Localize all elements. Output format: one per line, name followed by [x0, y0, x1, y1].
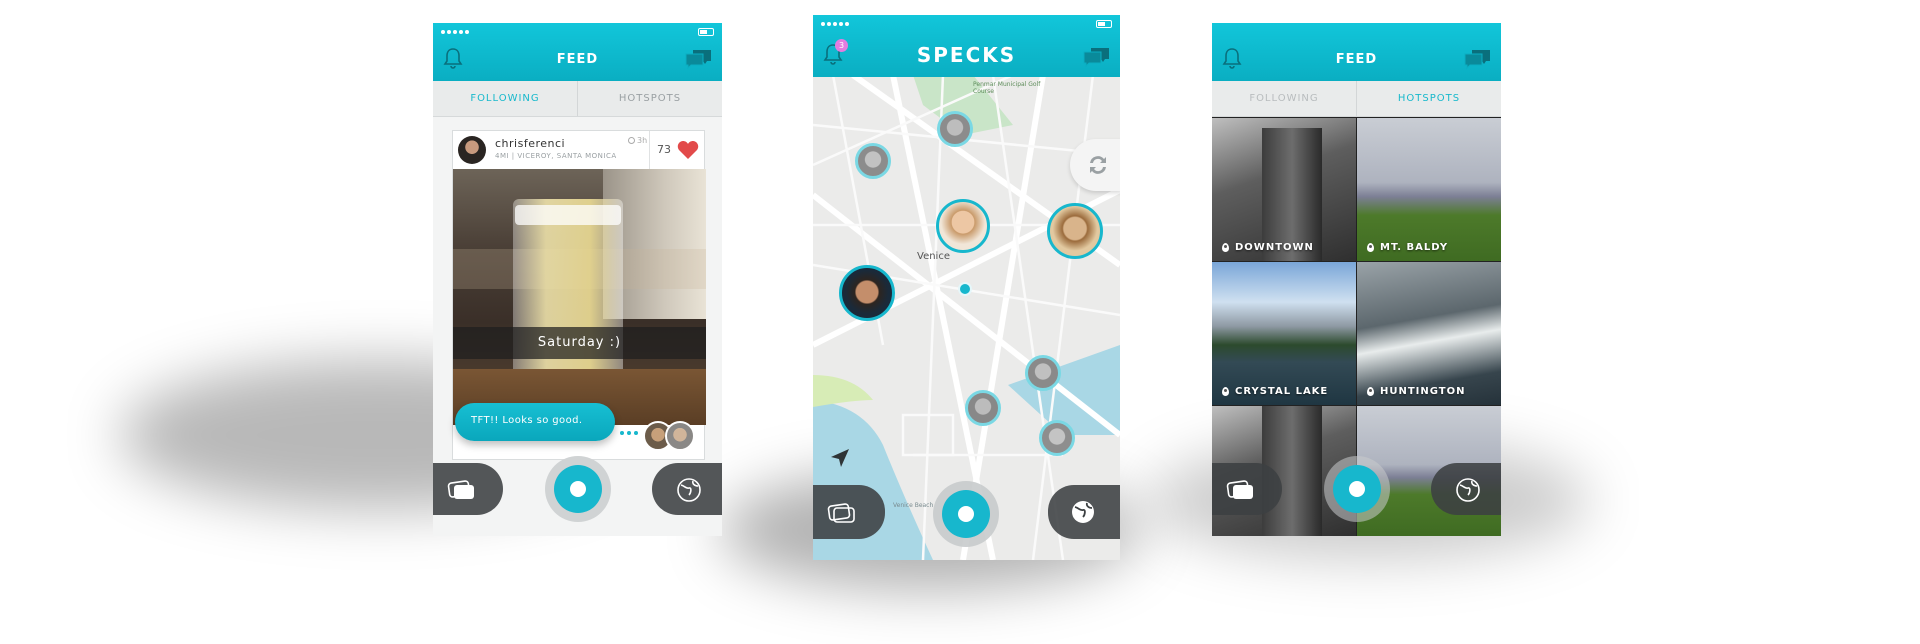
- map-avatar[interactable]: [855, 143, 891, 179]
- globe-icon: [677, 478, 701, 502]
- hotspot-name: HUNTINGTON: [1380, 386, 1466, 397]
- post-caption: Saturday :): [537, 335, 622, 350]
- hotspot-label: DOWNTOWN: [1222, 242, 1314, 253]
- divider: [649, 131, 650, 169]
- map-avatar[interactable]: [965, 390, 1001, 426]
- globe-button[interactable]: [652, 463, 722, 515]
- header-title: FEED: [556, 52, 599, 67]
- hotspot-name: DOWNTOWN: [1235, 242, 1314, 253]
- hotspot-name: CRYSTAL LAKE: [1235, 386, 1329, 397]
- hotspot-label: HUNTINGTON: [1367, 386, 1466, 397]
- signal-indicator: [821, 22, 849, 26]
- app-header: FEED: [433, 23, 722, 81]
- feed-screen: FEED FOLLOWING HOTSPOTS chrisferenci 4MI…: [433, 23, 722, 536]
- post-time: 3h: [628, 136, 647, 145]
- chat-icon[interactable]: [1082, 45, 1112, 69]
- chat-icon[interactable]: [684, 47, 714, 71]
- pagination-dot: [634, 431, 638, 435]
- mockup-stage: FEED FOLLOWING HOTSPOTS chrisferenci 4MI…: [0, 0, 1920, 644]
- map-label-venice: Venice: [917, 251, 950, 262]
- pagination-dot: [627, 431, 631, 435]
- globe-icon: [1072, 501, 1094, 523]
- signal-indicator: [441, 30, 469, 34]
- like-count: 73: [657, 143, 671, 156]
- capture-core: [1349, 481, 1365, 497]
- pin-icon: [1222, 243, 1229, 252]
- map-avatar[interactable]: [1039, 420, 1075, 456]
- clock-icon: [628, 137, 635, 144]
- post-username[interactable]: chrisferenci: [495, 137, 565, 150]
- map-avatar[interactable]: [937, 111, 973, 147]
- map-avatar[interactable]: [839, 265, 895, 321]
- capture-button[interactable]: [933, 481, 999, 547]
- tab-hotspots[interactable]: HOTSPOTS: [577, 81, 722, 116]
- map-label-venice-beach: Venice Beach: [893, 502, 934, 509]
- cards-button[interactable]: [813, 485, 885, 539]
- refresh-button[interactable]: [1070, 139, 1120, 191]
- map-screen: Venice Venice Beach Penmar Municipal Gol…: [813, 15, 1120, 560]
- cards-icon: [827, 503, 855, 523]
- header-title: FEED: [1335, 52, 1378, 67]
- pagination-dots: [620, 431, 638, 435]
- chat-icon[interactable]: [1463, 47, 1493, 71]
- globe-button[interactable]: [1048, 485, 1120, 539]
- post-time-value: 3h: [637, 136, 648, 145]
- cards-icon: [1226, 480, 1253, 499]
- hotspot-tile-crystal-lake[interactable]: CRYSTAL LAKE: [1212, 262, 1356, 405]
- refresh-icon: [1090, 156, 1106, 174]
- cards-button[interactable]: [1212, 463, 1282, 515]
- hotspot-tile-huntington[interactable]: HUNTINGTON: [1357, 262, 1501, 405]
- tab-following[interactable]: FOLLOWING: [433, 81, 577, 116]
- current-location-dot: [958, 282, 972, 296]
- hotspot-tile-mt-baldy[interactable]: MT. BALDY: [1357, 118, 1501, 261]
- app-header: FEED: [1212, 23, 1501, 81]
- tab-hotspots[interactable]: HOTSPOTS: [1356, 81, 1501, 116]
- capture-core: [958, 506, 974, 522]
- hotspot-name: MT. BALDY: [1380, 242, 1449, 253]
- hotspots-screen: FEED FOLLOWING HOTSPOTS DOWNTOWN MT. BAL…: [1212, 23, 1501, 536]
- feed-tabs: FOLLOWING HOTSPOTS: [433, 81, 722, 117]
- capture-button[interactable]: [1324, 456, 1390, 522]
- cards-icon: [447, 480, 474, 499]
- pin-icon: [1367, 243, 1374, 252]
- map-avatar[interactable]: [936, 199, 990, 253]
- beer-foam: [515, 205, 621, 225]
- feed-tabs: FOLLOWING HOTSPOTS: [1212, 81, 1501, 117]
- pagination-dot: [620, 431, 624, 435]
- globe-button[interactable]: [1431, 463, 1501, 515]
- comment-text: TFT!! Looks so good.: [471, 415, 583, 426]
- battery-icon: [1096, 20, 1112, 28]
- hotspot-label: MT. BALDY: [1367, 242, 1448, 253]
- hotspot-tile-downtown[interactable]: DOWNTOWN: [1212, 118, 1356, 261]
- pin-icon: [1222, 387, 1229, 396]
- battery-icon: [698, 28, 714, 36]
- comment-bubble[interactable]: TFT!! Looks so good.: [455, 403, 615, 441]
- post-photo[interactable]: Saturday :): [453, 169, 706, 425]
- hotspot-label: CRYSTAL LAKE: [1222, 386, 1328, 397]
- pin-icon: [1367, 387, 1374, 396]
- avatar[interactable]: [458, 136, 486, 164]
- app-header: 3 SPECKS: [813, 15, 1120, 77]
- header-title: SPECKS: [916, 43, 1017, 67]
- globe-icon: [1456, 478, 1480, 502]
- capture-button[interactable]: [545, 456, 611, 522]
- location-arrow-icon[interactable]: [829, 447, 851, 469]
- tab-following[interactable]: FOLLOWING: [1212, 81, 1356, 116]
- heart-icon[interactable]: [677, 140, 699, 160]
- post-location: 4MI | VICEROY, SANTA MONICA: [495, 152, 617, 160]
- map-label-golf-course: Penmar Municipal Golf Course: [973, 81, 1041, 95]
- commenter-avatar[interactable]: [665, 421, 695, 451]
- map-avatar[interactable]: [1047, 203, 1103, 259]
- capture-core: [570, 481, 586, 497]
- cards-button[interactable]: [433, 463, 503, 515]
- map-avatar[interactable]: [1025, 355, 1061, 391]
